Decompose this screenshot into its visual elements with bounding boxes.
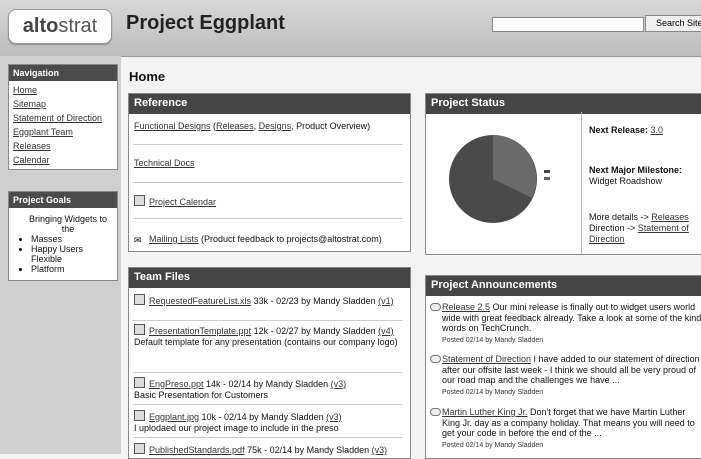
sidebar: Navigation Home Sitemap Statement of Dir… (0, 56, 121, 454)
file-description: Basic Presentation for Customers (134, 390, 269, 400)
team-files-panel: Team Files RequestedFeatureList.xls 33k … (128, 267, 411, 459)
file-version-link[interactable]: (v3) (331, 379, 347, 389)
comment-icon (430, 355, 441, 363)
file-link[interactable]: PresentationTemplate.ppt (149, 326, 251, 336)
altostrat-logo[interactable]: altostrat (8, 9, 112, 44)
project-goals-heading: Project Goals (9, 192, 117, 208)
ref-text: , Product Overview) (291, 121, 371, 131)
divider (581, 112, 582, 254)
search-button[interactable]: Search Site (645, 15, 701, 32)
nav-link-statement-of-direction[interactable]: Statement of Direction (13, 113, 102, 123)
next-release-label: Next Release: (589, 125, 651, 135)
file-version-link[interactable]: (v4) (378, 326, 394, 336)
divider (133, 218, 403, 219)
file-meta: 12k - 02/27 by Mandy Sladden (251, 326, 379, 336)
announcement-link[interactable]: Release 2.5 (442, 302, 490, 312)
navigation-heading: Navigation (9, 65, 117, 81)
goal-item: Masses (31, 234, 111, 244)
milestone-label: Next Major Milestone: (589, 165, 683, 175)
direction-text: Direction -> (589, 223, 638, 233)
project-title: Project Eggplant (126, 12, 285, 34)
pdf-file-icon (134, 443, 145, 454)
file-link[interactable]: RequestedFeatureList.xls (149, 296, 251, 306)
file-link[interactable]: Eggplant.jpg (149, 412, 199, 422)
divider (133, 144, 403, 145)
file-item: RequestedFeatureList.xls 33k - 02/23 by … (134, 294, 406, 307)
file-meta: 10k - 02/14 by Mandy Sladden (199, 412, 327, 422)
designs-link[interactable]: Designs (259, 121, 292, 131)
file-meta: 14k - 02/14 by Mandy Sladden (203, 379, 331, 389)
nav-link-home[interactable]: Home (13, 85, 37, 95)
presentation-file-icon (134, 377, 145, 388)
comment-icon (430, 303, 441, 311)
goal-item: Platform (31, 264, 111, 274)
nav-link-eggplant-team[interactable]: Eggplant Team (13, 127, 73, 137)
search-input[interactable] (492, 17, 644, 32)
mailing-lists-link[interactable]: Mailing Lists (149, 234, 199, 244)
file-item: PublishedStandards.pdf 75k - 02/14 by Ma… (134, 443, 406, 456)
file-description: Default template for any presentation (c… (134, 337, 398, 347)
divider (133, 320, 403, 321)
releases-link[interactable]: Releases (216, 121, 254, 131)
announcement-link[interactable]: Martin Luther King Jr. (442, 407, 528, 417)
details-text: More details -> (589, 212, 652, 222)
status-pie-chart (449, 135, 537, 223)
divider (133, 437, 403, 438)
file-item: EngPreso.ppt 14k - 02/14 by Mandy Sladde… (134, 377, 406, 401)
nav-link-releases[interactable]: Releases (13, 141, 51, 151)
spreadsheet-file-icon (134, 294, 145, 305)
reference-panel: Reference Functional Designs (Releases, … (128, 93, 411, 252)
functional-designs-link[interactable]: Functional Designs (134, 121, 211, 131)
top-bar: altostrat Project Eggplant Search Site (0, 0, 701, 57)
project-announcements-panel: Project Announcements Release 2.5 Our mi… (425, 275, 701, 459)
team-files-heading: Team Files (129, 268, 410, 288)
releases-link[interactable]: Releases (651, 212, 689, 222)
goal-text: Flexible (31, 254, 63, 264)
divider (133, 372, 403, 373)
mail-icon: ✉ (134, 235, 142, 245)
file-description: I uplodaed our project image to include … (134, 423, 339, 433)
image-file-icon (134, 410, 145, 421)
divider (133, 404, 403, 405)
announcement-link[interactable]: Statement of Direction (442, 354, 531, 364)
announcement-item: Statement of Direction I have added to o… (430, 354, 701, 398)
page-title: Home (129, 69, 166, 84)
pie-legend-swatch (544, 177, 550, 180)
nav-link-calendar[interactable]: Calendar (13, 155, 50, 165)
navigation-box: Navigation Home Sitemap Statement of Dir… (8, 64, 118, 170)
goal-item: Happy Users (31, 244, 111, 254)
project-goals-box: Project Goals Bringing Widgets to the Ma… (8, 191, 118, 281)
divider (133, 182, 403, 183)
comment-icon (430, 408, 441, 416)
project-status-panel: Project Status Next Release: 3.0 Next Ma… (425, 93, 701, 255)
file-version-link[interactable]: (v1) (378, 296, 394, 306)
project-calendar-link[interactable]: Project Calendar (149, 197, 216, 207)
project-status-heading: Project Status (426, 94, 701, 114)
file-item: PresentationTemplate.ppt 12k - 02/27 by … (134, 324, 406, 348)
reference-heading: Reference (129, 94, 410, 114)
file-version-link[interactable]: (v3) (326, 412, 342, 422)
goal-text: Bringing Widgets to the (28, 214, 108, 234)
logo-text-strat: strat (58, 15, 98, 37)
posted-by: Posted 02/14 by Mandy Sladden (442, 388, 544, 396)
file-meta: 33k - 02/23 by Mandy Sladden (251, 296, 379, 306)
announcement-item: Martin Luther King Jr. Don't forget that… (430, 407, 701, 451)
technical-docs-link[interactable]: Technical Docs (134, 158, 195, 168)
announcement-item: Release 2.5 Our mini release is finally … (430, 302, 701, 346)
posted-by: Posted 02/14 by Mandy Sladden (442, 441, 544, 449)
posted-by: Posted 02/14 by Mandy Sladden (442, 336, 544, 344)
presentation-file-icon (134, 324, 145, 335)
next-release-link[interactable]: 3.0 (651, 125, 664, 135)
logo-text-alto: alto (22, 15, 59, 37)
milestone-value: Widget Roadshow (589, 176, 663, 186)
file-item: Eggplant.jpg 10k - 02/14 by Mandy Sladde… (134, 410, 406, 434)
calendar-icon (134, 195, 145, 206)
file-link[interactable]: EngPreso.ppt (149, 379, 204, 389)
pie-legend-swatch (544, 170, 550, 173)
mailing-description: (Product feedback to projects@altostrat.… (198, 234, 382, 244)
project-announcements-heading: Project Announcements (426, 276, 701, 296)
nav-link-sitemap[interactable]: Sitemap (13, 99, 46, 109)
